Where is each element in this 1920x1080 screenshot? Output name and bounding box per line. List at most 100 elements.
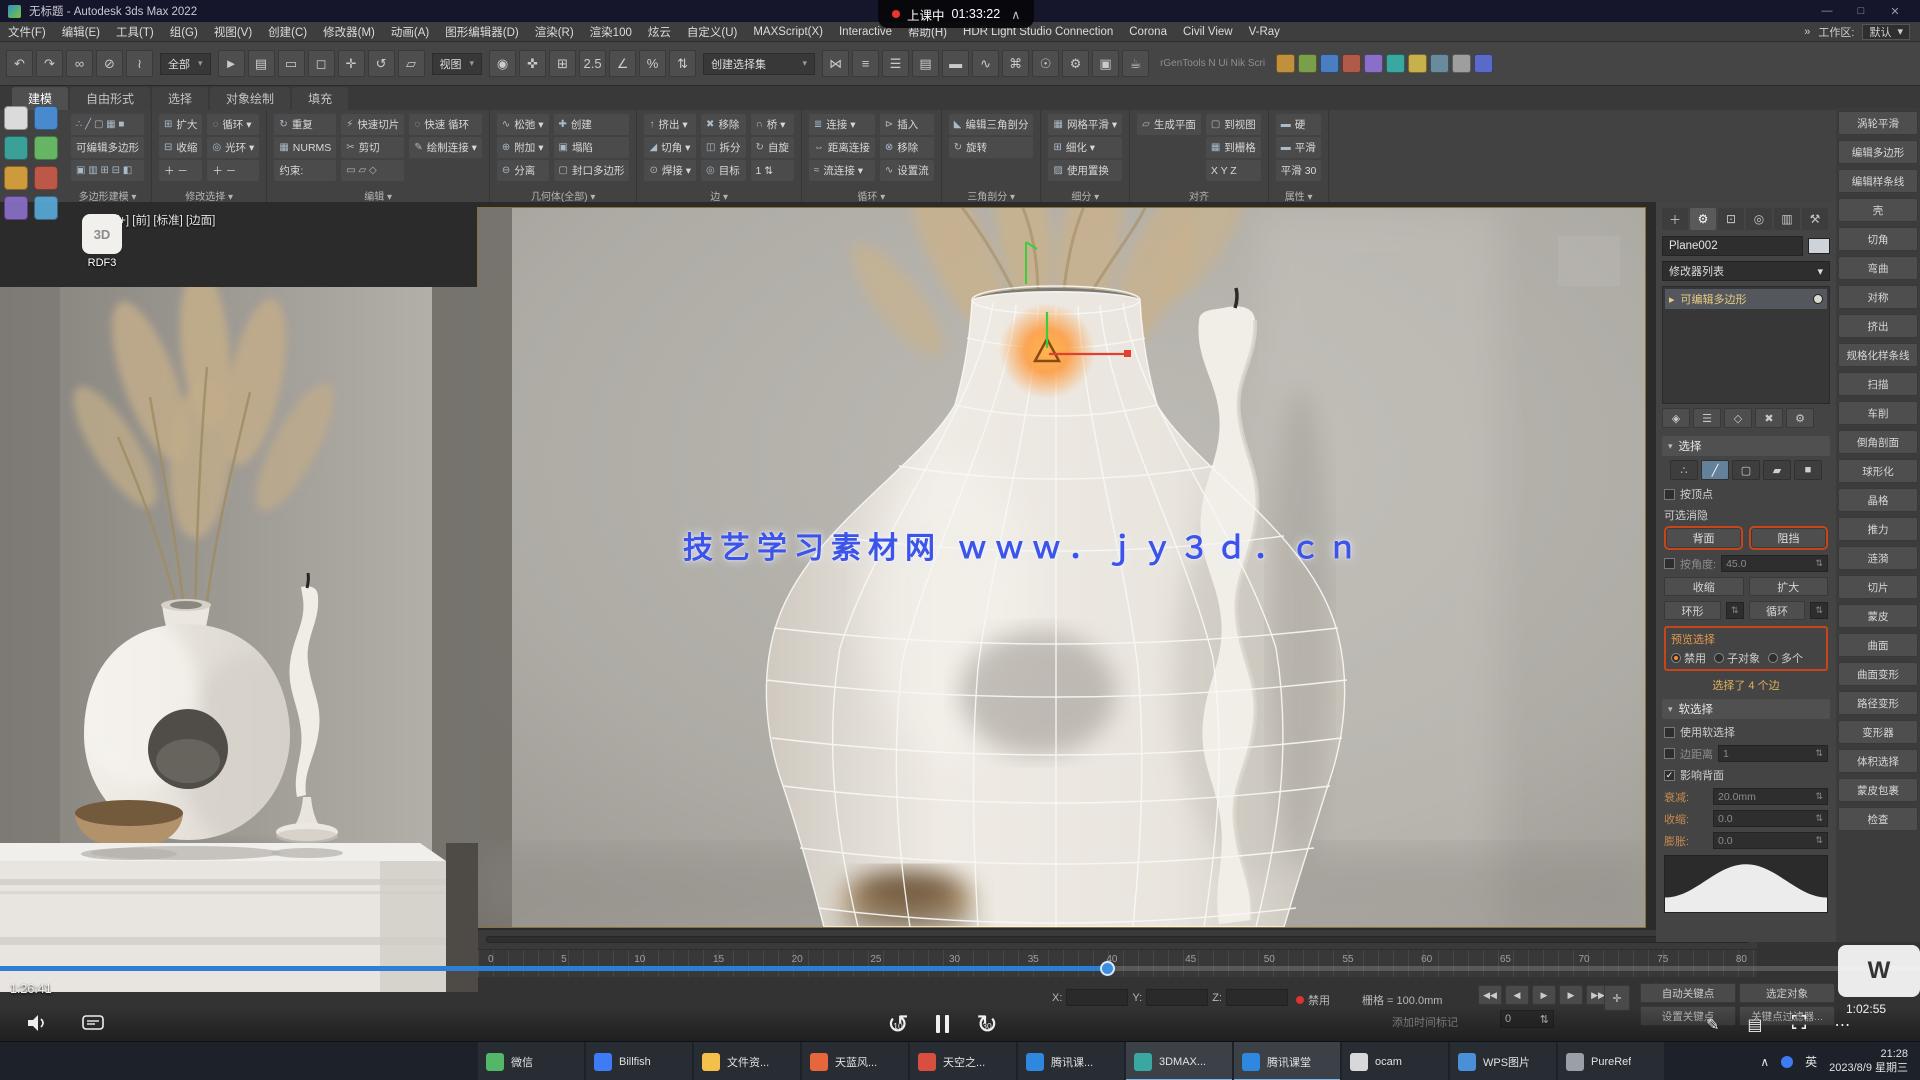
bubble-spinner[interactable]: 0.0⇅ [1713, 832, 1828, 849]
plugin-icon-9[interactable] [1452, 54, 1471, 73]
smooth-30-button[interactable]: 平滑 30 [1276, 160, 1322, 181]
plugin-icon-3[interactable] [1320, 54, 1339, 73]
ribbon-panel-label[interactable]: 属性 ▾ [1276, 186, 1322, 202]
left-toolbar-icon-3[interactable] [4, 136, 28, 160]
left-toolbar-icon-5[interactable] [4, 166, 28, 190]
plugin-icon-6[interactable] [1386, 54, 1405, 73]
left-toolbar-icon-6[interactable] [34, 166, 58, 190]
poly-modeling-icons[interactable]: ▣ ▥ ⊞ ⊟ ◧ [71, 160, 144, 181]
menu-item[interactable]: 视图(V) [206, 24, 260, 40]
selection-rollout-header[interactable]: ▾选择 [1662, 436, 1830, 456]
maximize-button[interactable]: □ [1844, 5, 1878, 18]
grow-shrink-steppers[interactable]: ＋ － [159, 160, 202, 181]
keyboard-shortcut-override-icon[interactable]: ⊞ [549, 50, 576, 77]
object-color-swatch[interactable] [1808, 238, 1830, 254]
angle-spinner[interactable]: 45.0⇅ [1721, 555, 1828, 572]
next-frame-button[interactable]: ▶ [1559, 985, 1583, 1005]
affect-backfacing-checkbox[interactable] [1664, 770, 1675, 781]
constraint-options-icons[interactable]: ▭ ▱ ◇ [341, 160, 404, 181]
play-button[interactable]: ▶ [1532, 985, 1556, 1005]
taskbar-item[interactable]: ocam [1342, 1042, 1448, 1080]
schematic-view-icon[interactable]: ⌘ [1002, 50, 1029, 77]
modifier-preset-button[interactable]: 对称 [1838, 285, 1918, 309]
time-slider[interactable] [478, 930, 1757, 950]
mirror-icon[interactable]: ⋈ [822, 50, 849, 77]
extrude-button[interactable]: ↑ 挤出 ▾ [644, 114, 696, 135]
hard-edges-button[interactable]: ▬ 硬 [1276, 114, 1322, 135]
chamfer-button[interactable]: ◢ 切角 ▾ [644, 137, 696, 158]
shrink-selection-button[interactable]: ⊟ 收缩 [159, 137, 202, 158]
named-selection-sets-field[interactable]: 创建选择集▾ [703, 53, 815, 75]
nurms-button[interactable]: ▦ NURMS [274, 137, 336, 158]
tessellate-button[interactable]: ⊞ 细化 ▾ [1048, 137, 1122, 158]
modifier-stack-item[interactable]: ▸ 可编辑多边形 [1665, 289, 1827, 309]
modifier-preset-button[interactable]: 蒙皮包裹 [1838, 778, 1918, 802]
modifier-preset-button[interactable]: 曲面变形 [1838, 662, 1918, 686]
modifier-preset-button[interactable]: 弯曲 [1838, 256, 1918, 280]
menu-item[interactable]: 渲染100 [582, 24, 640, 40]
editable-poly-dropdown[interactable]: 可编辑多边形 [71, 137, 144, 158]
split-button[interactable]: ◫ 拆分 [701, 137, 745, 158]
reference-image-window[interactable] [0, 287, 478, 992]
z-coordinate-field[interactable] [1226, 989, 1288, 1006]
menu-item[interactable]: 创建(C) [260, 24, 315, 40]
taskbar-item[interactable]: PureRef [1558, 1042, 1664, 1080]
set-flow-button[interactable]: ∿ 设置流 [880, 160, 934, 181]
hierarchy-tab-icon[interactable]: ⊡ [1718, 208, 1744, 230]
soft-selection-rollout-header[interactable]: ▾软选择 [1662, 699, 1830, 719]
auto-key-button[interactable]: 自动关键点 [1640, 983, 1736, 1003]
workspace-dropdown[interactable]: 默认▾ [1862, 24, 1910, 40]
ring-steppers[interactable]: ＋ － [207, 160, 259, 181]
menu-item[interactable]: 自定义(U) [679, 24, 745, 40]
element-mode-icon[interactable]: ■ [1794, 460, 1822, 480]
taskbar-item[interactable]: 3DMAX... [1126, 1042, 1232, 1080]
ribbon-panel-label[interactable]: 修改选择 ▾ [159, 186, 259, 202]
y-coordinate-field[interactable] [1146, 989, 1208, 1006]
angle-snap-icon[interactable]: ∠ [609, 50, 636, 77]
modifier-preset-button[interactable]: 编辑多边形 [1838, 140, 1918, 164]
ribbon-panel-label[interactable]: 边 ▾ [644, 186, 793, 202]
edge-mode-icon[interactable]: ╱ [1701, 460, 1729, 480]
select-object-icon[interactable]: ► [218, 50, 245, 77]
plugin-icon-8[interactable] [1430, 54, 1449, 73]
constraints-label[interactable]: 约束: [274, 160, 336, 181]
plugin-icon-5[interactable] [1364, 54, 1383, 73]
menu-item[interactable]: 动画(A) [383, 24, 437, 40]
menu-item[interactable]: 炫云 [640, 24, 679, 40]
modifier-preset-button[interactable]: 壳 [1838, 198, 1918, 222]
unlink-selection-icon[interactable]: ⊘ [96, 50, 123, 77]
modifier-preset-button[interactable]: 编辑样条线 [1838, 169, 1918, 193]
window-crossing-icon[interactable]: ◻ [308, 50, 335, 77]
loop-button[interactable]: 循环 [1749, 601, 1806, 620]
coordinate-system-dropdown[interactable]: 视图▾ [432, 53, 483, 75]
taskbar-item[interactable]: 腾讯课... [1018, 1042, 1124, 1080]
plugin-icon-1[interactable] [1276, 54, 1295, 73]
by-angle-checkbox[interactable] [1664, 558, 1675, 569]
video-seek-bar[interactable] [0, 966, 1920, 971]
create-tab-icon[interactable]: ＋ [1662, 208, 1688, 230]
repeat-button[interactable]: ↻ 重复 [274, 114, 336, 135]
taskbar-item[interactable]: 天蓝风... [802, 1042, 908, 1080]
loop-selection-button[interactable]: ◌ 循环 ▾ [207, 114, 259, 135]
connect-button[interactable]: ≣ 连接 ▾ [809, 114, 875, 135]
loop-spinner[interactable]: ⇅ [1810, 602, 1828, 619]
attach-button[interactable]: ⊕ 附加 ▾ [497, 137, 549, 158]
turn-edge-button[interactable]: ↻ 旋转 [949, 137, 1034, 158]
make-planar-button[interactable]: ▱ 生成平面 [1137, 114, 1201, 135]
forward-30-button[interactable]: ↻30 [973, 1010, 1001, 1038]
left-toolbar-icon-1[interactable] [4, 106, 28, 130]
modifier-preset-button[interactable]: 挤出 [1838, 314, 1918, 338]
rewind-10-button[interactable]: ↺10 [884, 1010, 912, 1038]
select-by-name-icon[interactable]: ▤ [248, 50, 275, 77]
left-toolbar-icon-8[interactable] [34, 196, 58, 220]
taskbar-item[interactable]: 微信 [478, 1042, 584, 1080]
configure-modifier-sets-icon[interactable]: ⚙ [1786, 408, 1814, 428]
make-unique-icon[interactable]: ◇ [1724, 408, 1752, 428]
ribbon-toggle-icon[interactable]: ▬ [942, 50, 969, 77]
relax-button[interactable]: ∿ 松弛 ▾ [497, 114, 549, 135]
scene-explorer-icon[interactable]: ☰ [882, 50, 909, 77]
modifier-preset-button[interactable]: 倒角剖面 [1838, 430, 1918, 454]
volume-icon[interactable] [26, 1014, 48, 1035]
ribbon-panel-label[interactable]: 多边形建模 ▾ [71, 186, 144, 202]
occluded-culling-button[interactable]: 阻挡 [1751, 528, 1826, 548]
